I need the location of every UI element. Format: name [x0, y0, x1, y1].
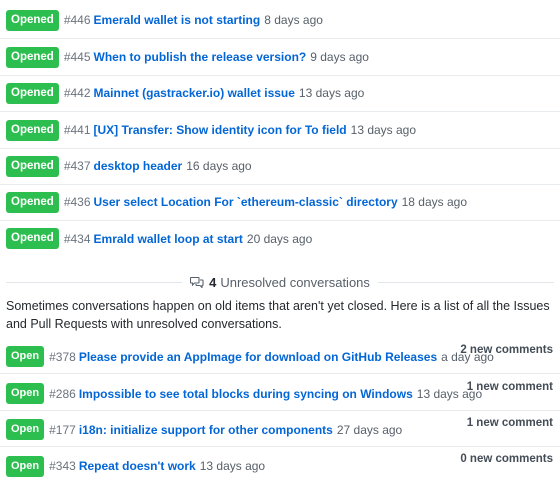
issue-age: 8 days ago [264, 13, 323, 27]
issue-number: #436 [63, 195, 91, 209]
issue-title-link[interactable]: desktop header [94, 159, 183, 173]
issue-title-link[interactable]: i18n: initialize support for other compo… [79, 423, 333, 437]
new-comments-count: 1 new comment [466, 381, 553, 393]
issue-row: Opened #437 desktop header 16 days ago [0, 148, 560, 185]
issue-title-link[interactable]: When to publish the release version? [94, 50, 307, 64]
opened-badge: Opened [6, 119, 59, 141]
issue-number: #442 [63, 86, 91, 100]
issue-title-link[interactable]: [UX] Transfer: Show identity icon for To… [94, 123, 347, 137]
open-badge: Open [6, 419, 45, 440]
open-badge: Open [6, 346, 45, 367]
issue-number: #446 [63, 13, 91, 27]
new-comments-count: 2 new comments [460, 344, 553, 356]
issue-title-link[interactable]: Mainnet (gastracker.io) wallet issue [94, 86, 295, 100]
issue-age: 16 days ago [186, 159, 252, 173]
unresolved-row: Open #286 Impossible to see total blocks… [0, 377, 560, 411]
issue-age: 13 days ago [298, 86, 365, 100]
issue-number: #434 [63, 231, 91, 246]
issue-title-link[interactable]: Emerald wallet is not starting [94, 13, 261, 27]
issue-number: #177 [49, 422, 76, 437]
comment-discussion-icon [190, 276, 204, 289]
issue-age: 18 days ago [401, 195, 468, 209]
new-comments-count: 0 new comments [460, 453, 553, 465]
issue-title-link[interactable]: User select Location For `ethereum-class… [94, 195, 398, 209]
opened-badge: Opened [6, 46, 59, 68]
opened-badge: Opened [6, 9, 59, 31]
divider-line [377, 281, 554, 283]
opened-badge: Opened [6, 191, 59, 213]
opened-badge: Opened [6, 82, 59, 104]
unresolved-row: Open #378 Please provide an AppImage for… [0, 340, 560, 374]
issue-row: Opened #446 Emerald wallet is not starti… [0, 2, 560, 39]
issue-age: 27 days ago [336, 422, 403, 437]
issue-title-link[interactable]: Impossible to see total blocks during sy… [79, 387, 413, 401]
issue-age: 9 days ago [310, 50, 369, 64]
issue-number: #437 [63, 159, 91, 173]
issue-number: #286 [49, 386, 76, 401]
unresolved-heading: 4 Unresolved conversations [182, 275, 378, 290]
issue-number: #441 [63, 123, 91, 137]
unresolved-section-header: 4 Unresolved conversations [6, 274, 554, 290]
issue-age: 20 days ago [246, 231, 313, 246]
opened-badge: Opened [6, 228, 59, 249]
new-comments-count: 1 new comment [466, 417, 553, 429]
open-badge: Open [6, 455, 45, 477]
unresolved-label: Unresolved conversations [220, 274, 370, 290]
issue-age: 13 days ago [350, 123, 417, 137]
unresolved-count: 4 [209, 274, 217, 290]
issue-row: Opened #445 When to publish the release … [0, 39, 560, 76]
issue-age: 13 days ago [199, 459, 266, 473]
issue-row: Opened #441 [UX] Transfer: Show identity… [0, 112, 560, 149]
issue-number: #378 [49, 349, 76, 364]
issue-number: #445 [63, 50, 91, 64]
issue-number: #343 [49, 459, 76, 473]
issue-title-link[interactable]: Emrald wallet loop at start [94, 232, 243, 246]
issue-title-link[interactable]: Repeat doesn't work [79, 459, 196, 473]
unresolved-row: Open #343 Repeat doesn't work 13 days ag… [0, 449, 560, 483]
issue-title-link[interactable]: Please provide an AppImage for download … [79, 350, 437, 364]
divider-line [6, 281, 183, 283]
open-badge: Open [6, 383, 45, 404]
unresolved-row: Open #177 i18n: initialize support for o… [0, 413, 560, 447]
issue-row: Opened #434 Emrald wallet loop at start … [0, 220, 560, 257]
opened-badge: Opened [6, 155, 59, 177]
issue-row: Opened #436 User select Location For `et… [0, 184, 560, 221]
unresolved-description: Sometimes conversations happen on old it… [6, 299, 550, 331]
issue-row: Opened #442 Mainnet (gastracker.io) wall… [0, 75, 560, 112]
